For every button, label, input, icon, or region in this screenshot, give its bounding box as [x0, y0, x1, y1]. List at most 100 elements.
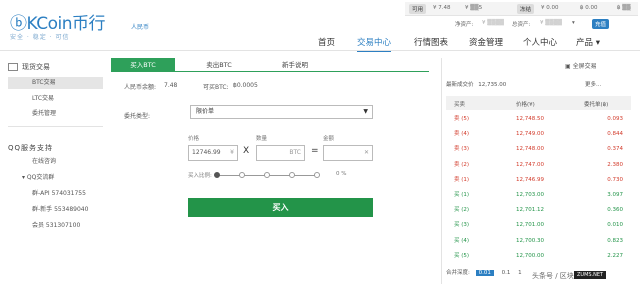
sidebar-item-qq-member[interactable]: 会员 531307100	[8, 220, 103, 232]
available-tag: 可用	[409, 4, 427, 14]
sidebar-item-ltc[interactable]: LTC交易	[8, 93, 103, 105]
order-side: 买 (2)	[454, 207, 470, 214]
order-price: 12,703.00	[516, 192, 544, 198]
order-side: 卖 (3)	[454, 146, 470, 153]
bid-row[interactable]: 买 (3) 12,701.00 0.010	[446, 219, 631, 231]
bid-row[interactable]: 买 (4) 12,700.30 0.823	[446, 235, 631, 247]
market-label: 人民币	[131, 24, 150, 31]
order-side: 买 (3)	[454, 222, 470, 229]
price-column-header: 价格(¥)	[516, 102, 535, 108]
order-side: 买 (4)	[454, 237, 470, 244]
nav-home[interactable]: 首页	[318, 36, 335, 48]
sidebar-item-orders[interactable]: 委托管理	[8, 108, 103, 120]
buy-ratio-label: 买入比例:	[188, 173, 212, 179]
nav-charts[interactable]: 行情图表	[414, 36, 448, 48]
sidebar-item-qq-newbie[interactable]: 群-新手 553489040	[8, 204, 103, 216]
order-price: 12,748.00	[516, 146, 544, 153]
cny-balance-value: 7.48	[164, 82, 178, 89]
order-amount: 0.730	[607, 176, 623, 183]
user-dropdown-icon[interactable]: ▾	[572, 20, 575, 26]
net-asset-label: 净资产:	[455, 22, 474, 28]
tab-sell-btc[interactable]: 卖出BTC	[187, 58, 251, 72]
depth-option-0-01[interactable]: 0.01	[475, 270, 494, 276]
total-asset-label: 总资产:	[512, 22, 531, 28]
ask-row[interactable]: 卖 (3) 12,748.00 0.374	[446, 143, 631, 155]
price-input[interactable]: 12746.99 ¥	[188, 145, 238, 161]
bid-row[interactable]: 买 (2) 12,701.12 0.360	[446, 204, 631, 216]
slider-stop[interactable]	[314, 172, 320, 178]
order-type-select[interactable]: 限价单 ▼	[190, 105, 373, 119]
buy-button[interactable]: 买入	[188, 198, 373, 217]
equals-sign: =	[311, 146, 319, 156]
amount-label: 数量	[256, 136, 268, 142]
latest-price-value: 12,735.00	[478, 82, 507, 88]
sidebar-item-qq-api[interactable]: 群-API 574031755	[8, 188, 103, 200]
tab-guide[interactable]: 新手说明	[263, 58, 327, 72]
cny-balance-label: 人民币余额:	[124, 84, 157, 91]
ask-row[interactable]: 卖 (5) 12,748.50 0.093	[446, 113, 631, 125]
tab-buy-btc[interactable]: 买入BTC	[111, 58, 175, 72]
side-column-header: 买卖	[454, 102, 466, 108]
fullscreen-trading-link[interactable]: ▣ 全屏交易	[565, 61, 597, 70]
clear-icon[interactable]: ✕	[364, 146, 369, 160]
buy-ratio-value: 0 %	[336, 171, 347, 177]
latest-price-row: 最新成交价 12,735.00 更多...	[446, 80, 631, 94]
amount-column-header: 委托单(฿)	[584, 102, 609, 108]
order-price: 12,746.99	[516, 176, 544, 183]
account-balance-bar: 可用 ¥ 7.48 ¥ ▒▒5 冻结 ¥ 0.00 ฿ 0.00 ฿ ▒▒	[405, 2, 638, 16]
recharge-button[interactable]: 充值	[592, 19, 610, 29]
order-amount: 2.380	[607, 161, 623, 168]
logo-slogan: 安全 · 稳定 · 可信	[10, 34, 70, 41]
order-amount: 0.374	[607, 146, 623, 153]
multiply-sign: X	[243, 146, 250, 156]
ask-row[interactable]: 卖 (4) 12,749.00 0.844	[446, 128, 631, 140]
bitcoin-icon: ⓑ	[10, 14, 27, 34]
can-buy-label: 可买BTC:	[203, 84, 229, 91]
order-price: 12,700.00	[516, 252, 544, 259]
more-link[interactable]: 更多...	[585, 80, 601, 88]
bid-row[interactable]: 买 (1) 12,703.00 3.097	[446, 189, 631, 201]
slider-stop[interactable]	[264, 172, 270, 178]
masked-net-asset: ¥ ▒▒▒▒	[482, 20, 505, 26]
spot-trading-heading: 现货交易	[8, 62, 103, 72]
order-amount: 0.093	[607, 116, 623, 122]
price-label: 价格	[188, 136, 200, 142]
order-type-label: 委托类型:	[124, 113, 151, 120]
latest-price-label: 最新成交价	[446, 82, 474, 88]
can-buy-value: ฿0.0005	[233, 82, 258, 89]
buy-ratio-slider[interactable]	[214, 172, 320, 178]
masked-value: ¥ ▒▒5	[465, 5, 483, 11]
nav-funds[interactable]: 资金管理	[469, 36, 503, 48]
ask-row[interactable]: 卖 (1) 12,746.99 0.730	[446, 174, 631, 186]
order-price: 12,747.00	[516, 161, 544, 168]
depth-option-0-1[interactable]: 0.1	[502, 270, 511, 276]
order-side: 卖 (5)	[454, 116, 470, 122]
nav-personal-center[interactable]: 个人中心	[523, 36, 557, 48]
okcoin-logo[interactable]: ⓑKCoin币行	[10, 9, 106, 34]
sidebar-item-btc[interactable]: BTC交易	[8, 77, 103, 89]
depth-option-1[interactable]: 1	[518, 270, 522, 276]
total-input[interactable]: ✕	[323, 145, 373, 161]
sidebar-item-qq-group[interactable]: ▾ QQ交流群	[8, 172, 103, 184]
order-side: 买 (1)	[454, 192, 470, 198]
ask-row[interactable]: 卖 (2) 12,747.00 2.380	[446, 159, 631, 171]
slider-handle[interactable]	[214, 172, 220, 178]
order-price: 12,701.00	[516, 222, 544, 229]
order-side: 卖 (2)	[454, 161, 470, 168]
slider-stop[interactable]	[289, 172, 295, 178]
sidebar-item-online-chat[interactable]: 在线咨询	[8, 156, 103, 168]
trade-tabs: 买入BTC 卖出BTC 新手说明	[111, 58, 429, 72]
bid-row[interactable]: 买 (5) 12,700.00 2.227	[446, 250, 631, 262]
chevron-down-icon: ▼	[363, 108, 368, 115]
slider-stop[interactable]	[239, 172, 245, 178]
fullscreen-icon: ▣	[565, 63, 573, 70]
order-amount: 0.360	[607, 207, 623, 214]
order-book-header: 买卖 价格(¥) 委托单(฿)	[446, 96, 631, 110]
amount-input[interactable]: BTC	[256, 145, 305, 161]
merge-depth-label: 合并深度:	[446, 270, 470, 276]
nav-products[interactable]: 产品 ▾	[576, 36, 600, 48]
qq-support-heading: QQ服务支持	[8, 144, 54, 152]
order-side: 卖 (4)	[454, 131, 470, 138]
sidebar-divider	[8, 126, 103, 127]
available-value: ¥ 7.48	[433, 5, 451, 11]
